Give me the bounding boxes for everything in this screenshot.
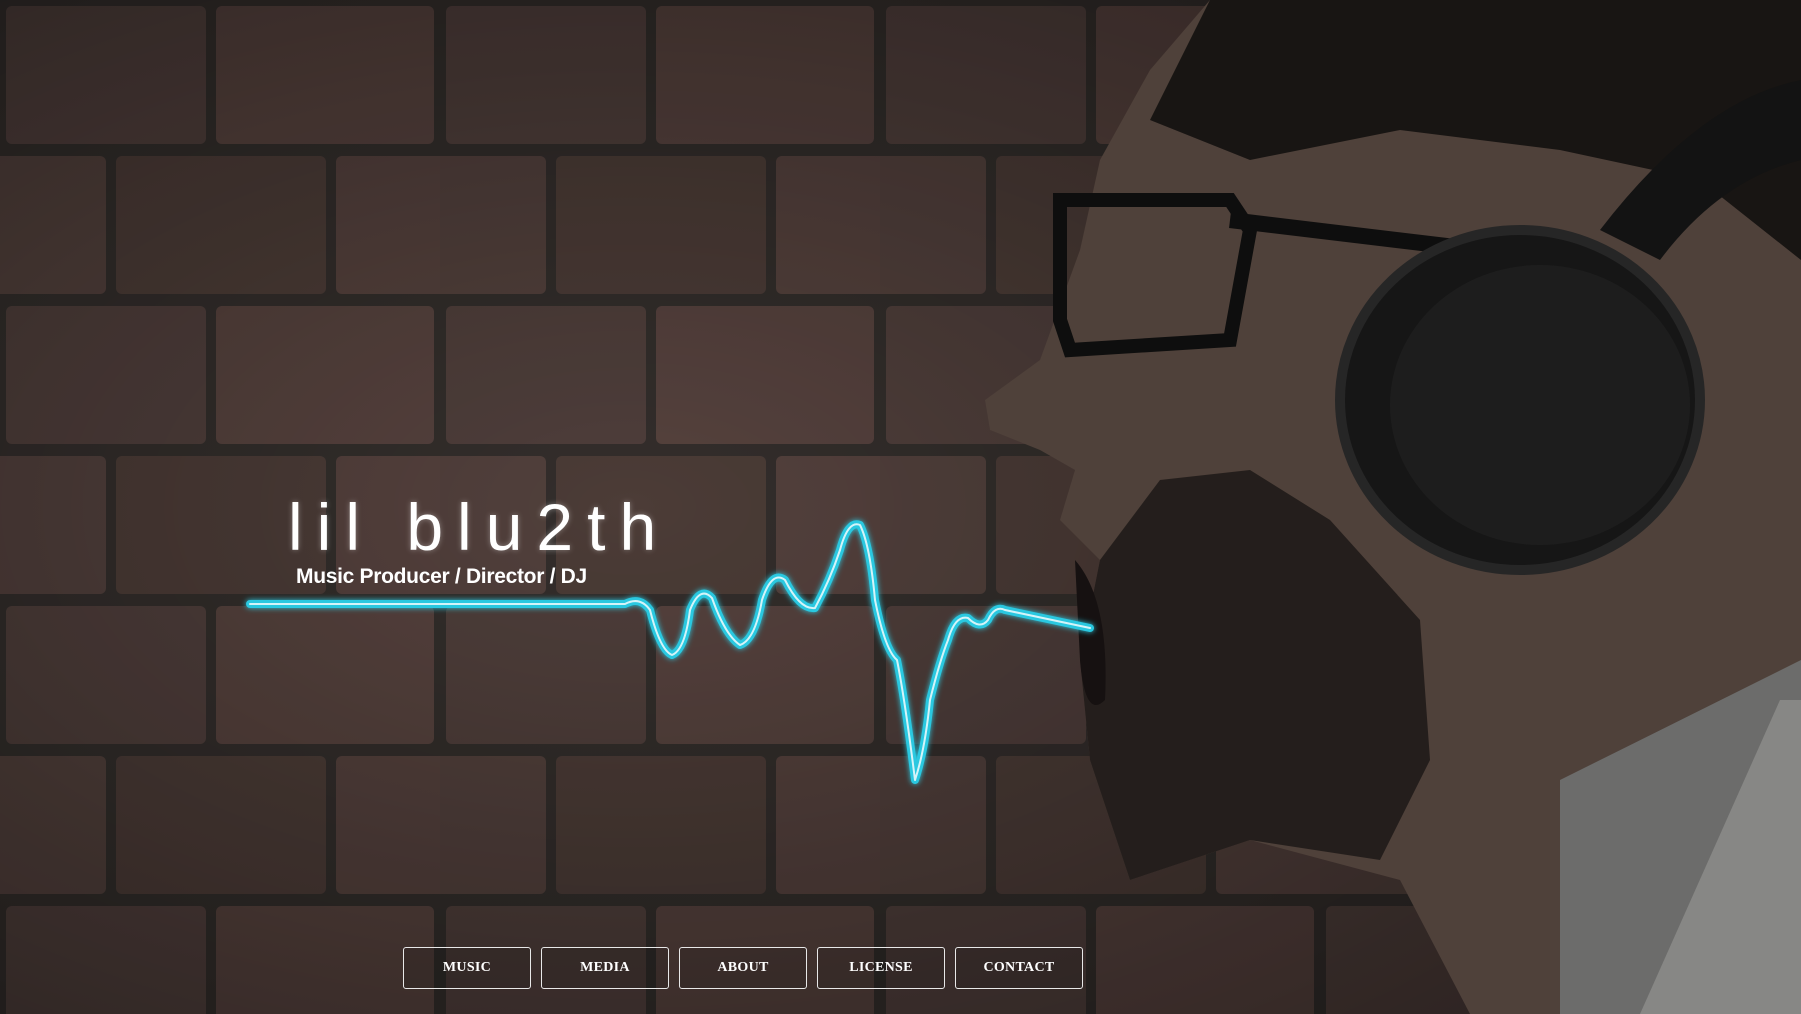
brand-subtitle: Music Producer / Director / DJ	[296, 565, 587, 588]
main-nav: MUSIC MEDIA ABOUT LICENSE CONTACT	[403, 947, 1083, 989]
hero-section: lil blu2th Music Producer / Director / D…	[0, 0, 1801, 1014]
nav-button-license[interactable]: LICENSE	[817, 947, 945, 989]
person-silhouette	[0, 0, 1801, 1014]
nav-button-media[interactable]: MEDIA	[541, 947, 669, 989]
brand-title: lil blu2th	[288, 490, 671, 564]
nav-button-contact[interactable]: CONTACT	[955, 947, 1083, 989]
nav-button-music[interactable]: MUSIC	[403, 947, 531, 989]
nav-button-about[interactable]: ABOUT	[679, 947, 807, 989]
